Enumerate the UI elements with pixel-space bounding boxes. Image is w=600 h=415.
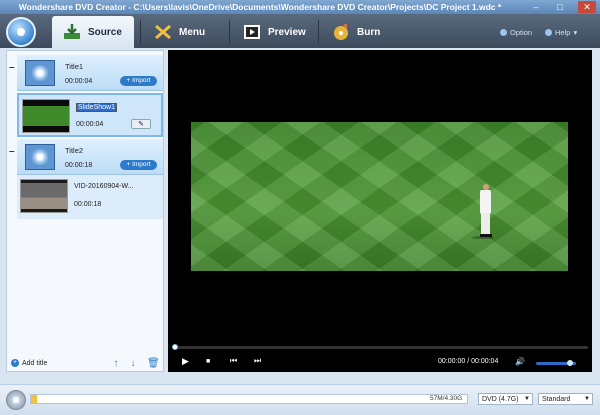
clip-thumbnail	[20, 179, 68, 213]
capacity-fill	[31, 395, 37, 403]
volume-slider[interactable]	[536, 360, 576, 366]
clip-row[interactable]: SlideShow1 00:00:04 ✎	[17, 93, 163, 137]
tab-label: Burn	[357, 26, 381, 38]
menu-icon	[153, 23, 173, 41]
move-up-button[interactable]: ↑	[111, 359, 121, 369]
source-import-icon	[62, 23, 82, 41]
play-icon[interactable]: ▶	[182, 356, 189, 367]
burn-icon	[331, 23, 351, 41]
add-title-label: Add title	[22, 359, 48, 367]
tab-separator	[140, 20, 141, 44]
main-toolbar: Source Menu Preview Burn Option Help ▾	[0, 14, 600, 48]
window-title: Wondershare DVD Creator - C:\Users\lavis…	[18, 2, 502, 12]
preview-film-icon	[242, 23, 262, 41]
tab-separator	[229, 20, 230, 44]
seek-bar[interactable]	[172, 344, 588, 350]
add-title-button[interactable]: + Add title	[11, 359, 47, 367]
volume-handle[interactable]	[567, 360, 573, 366]
next-icon[interactable]: ⏭	[254, 356, 261, 366]
player-controls: ▶ ■ ⏮ ⏭ 00:00:00 / 00:00:04 🔊	[168, 353, 592, 372]
tab-burn[interactable]: Burn	[321, 16, 406, 48]
help-label: Help	[555, 28, 571, 37]
time-display: 00:00:00 / 00:00:04	[438, 358, 499, 365]
title-duration: 00:00:18	[65, 162, 93, 169]
title-duration: 00:00:04	[65, 78, 93, 85]
title-name: Title1	[65, 62, 84, 71]
clip-name-input[interactable]: SlideShow1	[76, 103, 117, 112]
tab-label: Preview	[268, 26, 306, 38]
title-list-footer: + Add title ↑ ↓ 🗑	[7, 357, 163, 371]
edit-pencil-icon[interactable]: ✎	[131, 119, 151, 129]
chevron-down-icon: ▾	[573, 28, 578, 37]
status-bar: 57M/4.30G DVD (4.7G) ▼ Standard ▼	[0, 384, 600, 415]
chevron-down-icon: ▼	[584, 396, 590, 402]
tab-label: Menu	[179, 26, 206, 38]
clip-thumbnail	[22, 99, 70, 133]
maximize-button[interactable]: □	[552, 1, 568, 13]
seek-handle[interactable]	[172, 344, 178, 350]
dvd-title-icon	[25, 60, 55, 86]
option-link[interactable]: Option	[500, 28, 532, 37]
collapse-title1-button[interactable]: –	[9, 62, 17, 73]
previous-icon[interactable]: ⏮	[230, 356, 237, 366]
baseball-player-figure	[472, 184, 494, 244]
tab-label: Source	[88, 26, 122, 38]
tab-preview[interactable]: Preview	[232, 16, 317, 48]
gear-icon	[500, 29, 507, 36]
stop-icon[interactable]: ■	[206, 358, 210, 365]
title-row[interactable]: Title2 00:00:18 + Import	[17, 139, 163, 175]
clip-row[interactable]: VID-20160904-W... 00:00:18	[17, 175, 163, 219]
help-link[interactable]: Help ▾	[545, 28, 577, 37]
minimize-button[interactable]: –	[528, 1, 544, 13]
option-label: Option	[510, 28, 533, 37]
move-down-button[interactable]: ↓	[128, 359, 138, 369]
tab-source[interactable]: Source	[52, 16, 134, 48]
disc-capacity-bar	[30, 394, 468, 404]
app-logo-icon	[6, 17, 36, 47]
disc-type-select[interactable]: DVD (4.7G) ▼	[478, 393, 533, 405]
delete-icon[interactable]: 🗑	[147, 359, 160, 369]
title-bar: Wondershare DVD Creator - C:\Users\lavis…	[0, 0, 600, 14]
help-icon	[545, 29, 552, 36]
chevron-down-icon: ▼	[524, 396, 530, 402]
quality-select[interactable]: Standard ▼	[538, 393, 593, 405]
disc-icon	[6, 390, 26, 410]
title-row[interactable]: Title1 00:00:04 + Import	[17, 55, 163, 91]
title-name: Title2	[65, 146, 84, 155]
plus-icon: +	[11, 359, 19, 367]
tab-separator	[318, 20, 319, 44]
video-frame	[191, 122, 568, 271]
tab-menu[interactable]: Menu	[143, 16, 228, 48]
import-button[interactable]: + Import	[120, 76, 157, 86]
title-list-panel: – Title1 00:00:04 + Import SlideShow1 00…	[6, 50, 164, 372]
capacity-text: 57M/4.30G	[430, 395, 463, 402]
clip-duration: 00:00:18	[74, 201, 102, 208]
dvd-title-icon	[25, 144, 55, 170]
clip-duration: 00:00:04	[76, 121, 104, 128]
close-button[interactable]: ✕	[578, 1, 596, 13]
quality-value: Standard	[542, 396, 571, 403]
volume-icon[interactable]: 🔊	[515, 357, 525, 366]
collapse-title2-button[interactable]: –	[9, 146, 17, 157]
video-preview[interactable]: ▶ ■ ⏮ ⏭ 00:00:00 / 00:00:04 🔊	[168, 50, 592, 372]
import-button[interactable]: + Import	[120, 160, 157, 170]
clip-name: VID-20160904-W...	[74, 183, 134, 190]
disc-type-value: DVD (4.7G)	[482, 396, 519, 403]
